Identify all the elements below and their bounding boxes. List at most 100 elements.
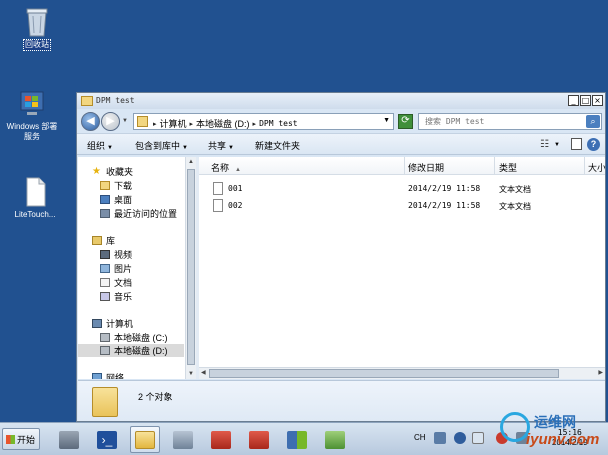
library-icon — [92, 236, 102, 245]
scroll-thumb[interactable] — [187, 169, 195, 365]
clock[interactable]: 15:16 2014/2/19 — [552, 428, 588, 448]
nav-videos-label: 视频 — [114, 250, 133, 260]
back-button[interactable]: ◀ — [81, 112, 100, 131]
taskbar-wds[interactable] — [282, 426, 312, 453]
nav-desktop[interactable]: 桌面 — [100, 193, 132, 206]
chevron-down-icon: ▼ — [228, 145, 234, 151]
nav-pictures[interactable]: 图片 — [100, 262, 132, 275]
chevron-right-icon[interactable]: ▸ — [253, 120, 257, 128]
desktop-icon-wds[interactable]: Windows 部署 服务 — [0, 88, 67, 142]
nav-computer[interactable]: 计算机 — [92, 317, 133, 330]
organize-button[interactable]: 组织 ▼ — [87, 139, 113, 152]
chevron-down-icon: ▼ — [182, 145, 188, 151]
forward-button[interactable]: ▶ — [101, 112, 120, 131]
nav-computer-label: 计算机 — [106, 319, 134, 329]
tray-arrow-icon[interactable] — [472, 432, 484, 444]
include-library-label: 包含到库中 — [135, 141, 181, 151]
close-button[interactable]: × — [592, 95, 603, 106]
horizontal-scrollbar[interactable]: ◀ ▶ — [199, 367, 605, 379]
view-options-icon[interactable]: ☷ — [540, 139, 549, 150]
text-file-icon — [213, 199, 223, 212]
nav-favorites[interactable]: ★ 收藏夹 — [92, 165, 133, 178]
breadcrumb-computer[interactable]: 计算机 — [160, 117, 187, 130]
scroll-up-icon[interactable]: ▲ — [188, 159, 194, 165]
nav-scrollbar[interactable]: ▲ ▼ — [185, 157, 196, 379]
scroll-right-icon[interactable]: ▶ — [598, 369, 603, 376]
nav-recent[interactable]: 最近访问的位置 — [100, 207, 177, 220]
action-center-icon[interactable] — [496, 432, 508, 444]
table-row[interactable]: 002 2014/2/19 11:58 文本文档 — [199, 198, 605, 214]
setup-disc-icon — [325, 430, 345, 449]
command-bar: 组织 ▼ 包含到库中 ▼ 共享 ▼ 新建文件夹 ☷ ▼ ? — [77, 133, 605, 155]
start-button[interactable]: 开始 — [2, 428, 40, 450]
nav-pictures-label: 图片 — [114, 264, 133, 274]
nav-libraries-label: 库 — [106, 236, 116, 246]
nav-music-label: 音乐 — [114, 292, 133, 302]
taskbar-explorer[interactable] — [130, 426, 160, 453]
maximize-button[interactable]: □ — [580, 95, 591, 106]
windows-deployment-icon — [287, 430, 307, 449]
search-box[interactable]: ⌕ — [418, 113, 602, 130]
preview-pane-icon[interactable] — [571, 138, 582, 150]
nav-videos[interactable]: 视频 — [100, 248, 132, 261]
address-bar[interactable]: ▸ 计算机 ▸ 本地磁盘 (D:) ▸ DPM test ▼ — [133, 113, 394, 130]
breadcrumb-dpm-test[interactable]: DPM test — [259, 119, 298, 128]
column-divider[interactable] — [494, 157, 495, 174]
nav-libraries[interactable]: 库 — [92, 234, 115, 247]
chevron-right-icon[interactable]: ▸ — [190, 120, 194, 128]
breadcrumb-disk-d[interactable]: 本地磁盘 (D:) — [196, 117, 250, 130]
chevron-down-icon[interactable]: ▼ — [554, 142, 560, 148]
help-icon[interactable] — [454, 432, 466, 444]
chevron-down-icon[interactable]: ▼ — [383, 117, 390, 124]
star-icon: ★ — [92, 166, 101, 177]
nav-disk-c[interactable]: 本地磁盘 (C:) — [100, 331, 168, 344]
nav-recent-label: 最近访问的位置 — [114, 209, 178, 219]
search-input[interactable] — [419, 114, 579, 129]
nav-downloads[interactable]: 下载 — [100, 179, 132, 192]
search-icon[interactable]: ⌕ — [586, 115, 600, 128]
share-button[interactable]: 共享 ▼ — [208, 139, 234, 152]
include-in-library-button[interactable]: 包含到库中 ▼ — [135, 139, 188, 152]
language-indicator[interactable]: CH — [414, 433, 426, 442]
column-name[interactable]: 名称 ▲ — [211, 161, 241, 174]
recycle-bin-label: 回收站 — [23, 39, 51, 51]
keyboard-icon[interactable] — [434, 432, 446, 444]
taskbar-setup[interactable] — [320, 426, 350, 453]
nav-disk-d[interactable]: 本地磁盘 (D:) — [78, 344, 184, 357]
column-divider[interactable] — [584, 157, 585, 174]
taskbar-powershell[interactable]: ›_ — [92, 426, 122, 453]
scroll-thumb[interactable] — [209, 369, 559, 378]
column-modified[interactable]: 修改日期 — [408, 161, 444, 174]
clock-time: 15:16 — [557, 428, 582, 437]
taskbar-server-manager[interactable] — [54, 426, 84, 453]
help-icon[interactable]: ? — [587, 138, 600, 151]
taskbar-toolbox-2[interactable] — [244, 426, 274, 453]
column-name-label: 名称 — [211, 163, 230, 173]
chevron-right-icon[interactable]: ▸ — [153, 120, 157, 128]
window-titlebar[interactable]: DPM test _ □ × — [77, 93, 605, 109]
scroll-down-icon[interactable]: ▼ — [188, 371, 194, 377]
table-row[interactable]: 001 2014/2/19 11:58 文本文档 — [199, 181, 605, 197]
network-icon — [92, 373, 102, 379]
desktop-icon-litetouch[interactable]: LiteTouch... — [0, 176, 70, 220]
chevron-down-icon: ▼ — [107, 145, 113, 151]
refresh-button[interactable]: ⟳ — [398, 114, 413, 129]
video-library-icon — [100, 250, 110, 259]
taskbar-toolbox-1[interactable] — [206, 426, 236, 453]
taskbar-network-app[interactable] — [168, 426, 198, 453]
column-type[interactable]: 类型 — [499, 161, 517, 174]
nav-network[interactable]: 网络 — [92, 371, 124, 379]
new-folder-button[interactable]: 新建文件夹 — [255, 139, 300, 152]
minimize-button[interactable]: _ — [568, 95, 579, 106]
column-size[interactable]: 大小 — [588, 161, 605, 174]
column-divider[interactable] — [404, 157, 405, 174]
scroll-left-icon[interactable]: ◀ — [201, 369, 206, 376]
nav-network-label: 网络 — [106, 373, 125, 379]
desktop-icon-recycle-bin[interactable]: 回收站 — [2, 6, 72, 51]
nav-documents[interactable]: 文档 — [100, 276, 132, 289]
history-dropdown-icon[interactable]: ▼ — [122, 118, 128, 124]
text-file-icon — [213, 182, 223, 195]
nav-music[interactable]: 音乐 — [100, 290, 132, 303]
powershell-icon: ›_ — [97, 430, 117, 449]
network-status-icon[interactable] — [516, 432, 528, 444]
